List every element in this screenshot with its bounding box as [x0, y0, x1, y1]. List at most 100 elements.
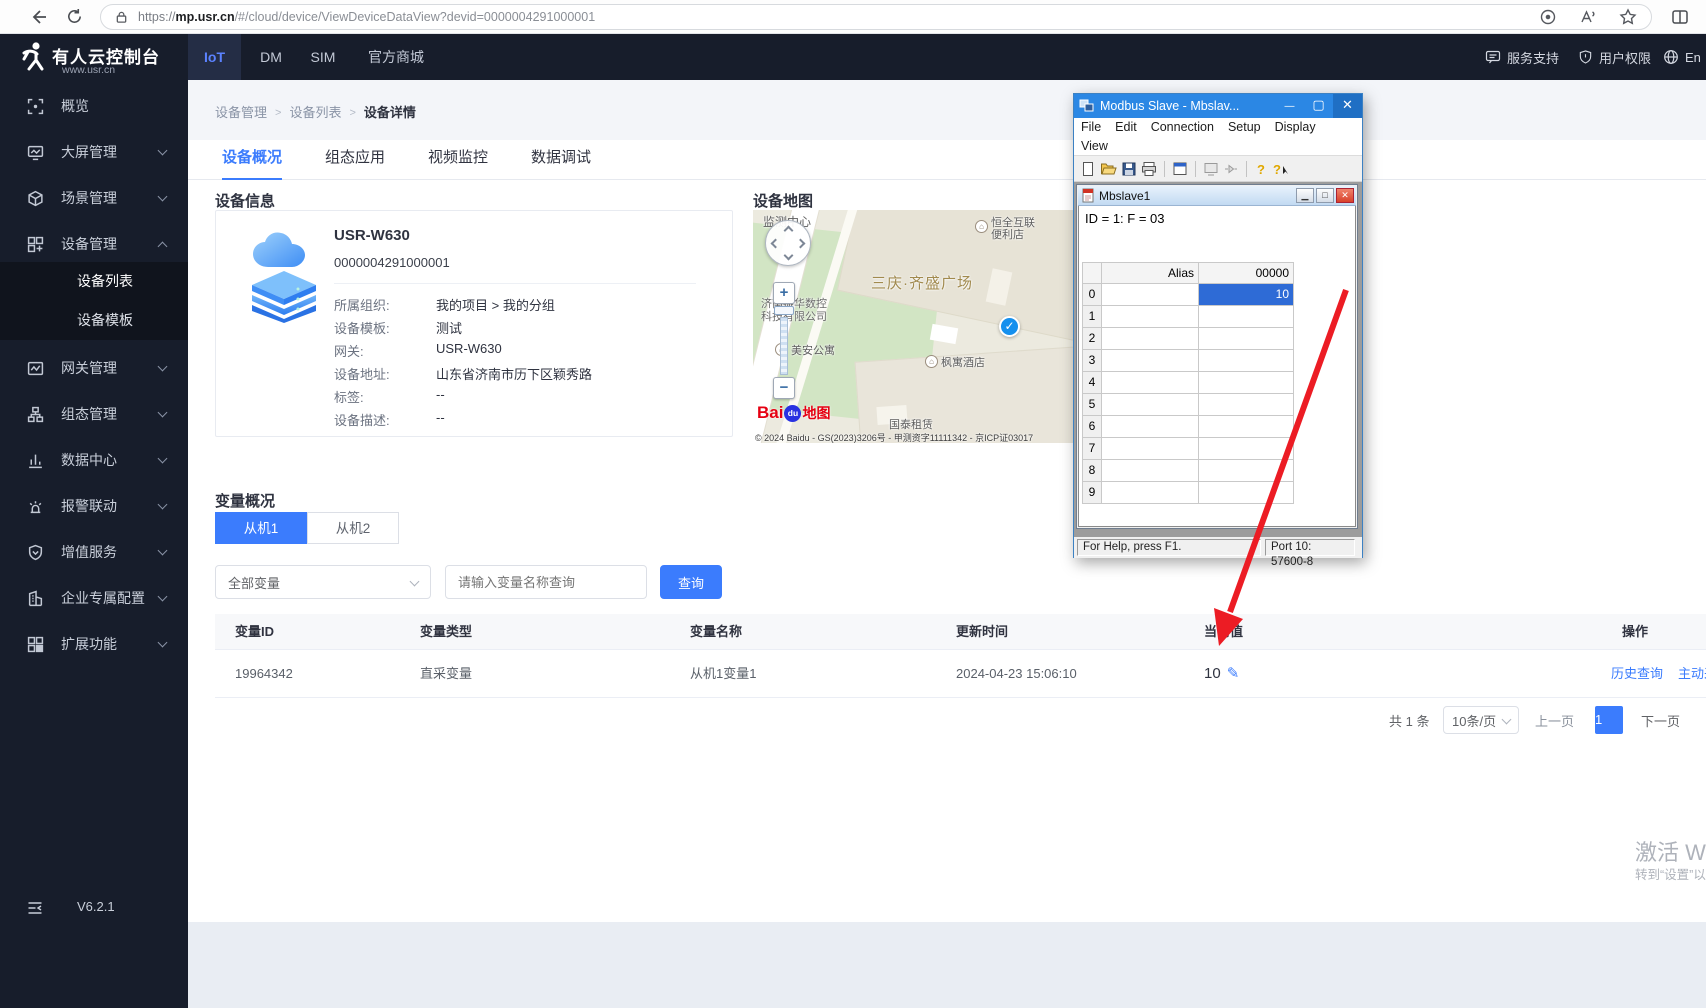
- alias-cell[interactable]: [1102, 372, 1199, 394]
- display-setup-icon[interactable]: [1172, 161, 1188, 177]
- variable-search-input[interactable]: [445, 565, 647, 599]
- edit-value-icon[interactable]: [1227, 665, 1240, 682]
- save-icon[interactable]: [1121, 161, 1137, 177]
- minimize-icon[interactable]: [1275, 94, 1304, 118]
- breadcrumb-device-list[interactable]: 设备列表: [289, 102, 341, 121]
- menu-display[interactable]: Display: [1268, 118, 1323, 137]
- register-cell[interactable]: [1199, 416, 1294, 438]
- sidebar-item-device-template[interactable]: 设备模板: [0, 301, 188, 340]
- menu-connection[interactable]: Connection: [1144, 118, 1221, 137]
- alias-cell[interactable]: [1102, 460, 1199, 482]
- register-cell-selected[interactable]: 10: [1199, 284, 1294, 306]
- alias-cell[interactable]: [1102, 306, 1199, 328]
- alias-cell[interactable]: [1102, 416, 1199, 438]
- support-menu[interactable]: 服务支持: [1485, 34, 1559, 80]
- mbslave1-title-bar[interactable]: Mbslave1: [1078, 186, 1356, 206]
- map-pan-control[interactable]: [765, 220, 811, 266]
- alias-cell[interactable]: [1102, 284, 1199, 306]
- modbus-register-grid[interactable]: Alias 00000 010 1 2 3 4 5 6 7 8 9: [1082, 262, 1294, 504]
- register-cell[interactable]: [1199, 460, 1294, 482]
- sidebar-item-overview[interactable]: 概览: [0, 88, 188, 124]
- page-size-select[interactable]: 10条/页: [1443, 706, 1519, 734]
- sidebar-item-alarm[interactable]: 报警联动: [0, 488, 188, 524]
- new-file-icon[interactable]: [1080, 161, 1096, 177]
- sidebar-item-config[interactable]: 组态管理: [0, 396, 188, 432]
- tab-device-overview[interactable]: 设备概况: [222, 140, 282, 180]
- page-1-button[interactable]: 1: [1595, 706, 1623, 734]
- variable-type-select[interactable]: 全部变量: [215, 565, 431, 599]
- geolocation-icon[interactable]: [1539, 8, 1557, 26]
- menu-file[interactable]: File: [1074, 118, 1108, 137]
- alias-cell[interactable]: [1102, 394, 1199, 416]
- pan-left-icon[interactable]: [771, 239, 781, 249]
- slave1-tab[interactable]: 从机1: [215, 512, 307, 544]
- pan-down-icon[interactable]: [784, 251, 794, 261]
- zoom-out-button[interactable]: [773, 377, 795, 399]
- refresh-icon[interactable]: [62, 5, 86, 29]
- sidebar-item-enterprise[interactable]: 企业专属配置: [0, 580, 188, 616]
- child-maximize-icon[interactable]: [1316, 188, 1334, 203]
- sidebar-item-device[interactable]: 设备管理: [0, 226, 188, 262]
- read-aloud-icon[interactable]: [1579, 8, 1597, 26]
- back-icon[interactable]: [26, 5, 50, 29]
- split-screen-icon[interactable]: [1668, 5, 1692, 29]
- child-minimize-icon[interactable]: [1296, 188, 1314, 203]
- sidebar-item-scene[interactable]: 场景管理: [0, 180, 188, 216]
- register-cell[interactable]: [1199, 438, 1294, 460]
- sidebar-item-gateway[interactable]: 网关管理: [0, 350, 188, 386]
- device-location-marker[interactable]: ✓: [999, 316, 1020, 337]
- sidebar-item-bigscreen[interactable]: 大屏管理: [0, 134, 188, 170]
- sidebar-item-datacenter[interactable]: 数据中心: [0, 442, 188, 478]
- device-map[interactable]: 监测中心 ⌂ 恒全互联便利店 三庆·齐盛广场 济南振华数控科技有限公司 ⌂ 美安…: [753, 210, 1073, 443]
- sidebar-item-vas[interactable]: 增值服务: [0, 534, 188, 570]
- menu-setup[interactable]: Setup: [1221, 118, 1268, 137]
- nav-tab-mall[interactable]: 官方商城: [356, 34, 436, 80]
- tab-data-debug[interactable]: 数据调试: [531, 140, 591, 180]
- register-cell[interactable]: [1199, 482, 1294, 504]
- alias-cell[interactable]: [1102, 328, 1199, 350]
- collapse-sidebar-icon[interactable]: [27, 901, 43, 915]
- tab-video-monitor[interactable]: 视频监控: [428, 140, 488, 180]
- nav-tab-sim[interactable]: SIM: [300, 34, 346, 80]
- breadcrumb-device-mgmt[interactable]: 设备管理: [215, 102, 267, 121]
- favorite-star-icon[interactable]: [1619, 8, 1637, 26]
- alias-cell[interactable]: [1102, 350, 1199, 372]
- next-page-button[interactable]: 下一页: [1641, 706, 1680, 734]
- zoom-slider-handle[interactable]: [774, 306, 794, 315]
- register-cell[interactable]: [1199, 394, 1294, 416]
- modbus-title-bar[interactable]: Modbus Slave - Mbslav...: [1074, 94, 1362, 118]
- register-cell[interactable]: [1199, 350, 1294, 372]
- mbslave1-child-window[interactable]: Mbslave1 ID = 1: F = 03 Alias 00000: [1076, 184, 1358, 529]
- register-cell[interactable]: [1199, 372, 1294, 394]
- address-bar[interactable]: https://mp.usr.cn/#/cloud/device/ViewDev…: [100, 4, 1652, 30]
- alias-cell[interactable]: [1102, 482, 1199, 504]
- prev-page-button[interactable]: 上一页: [1535, 706, 1574, 734]
- search-button[interactable]: 查询: [660, 565, 722, 599]
- poll-icon[interactable]: [1203, 161, 1219, 177]
- help-icon[interactable]: ?: [1254, 161, 1268, 177]
- permissions-menu[interactable]: 用户权限: [1578, 34, 1651, 80]
- active-collect-link[interactable]: 主动采集: [1678, 650, 1706, 698]
- open-file-icon[interactable]: [1100, 161, 1117, 177]
- context-help-icon[interactable]: ?: [1272, 161, 1290, 177]
- nav-tab-dm[interactable]: DM: [250, 34, 292, 80]
- register-cell[interactable]: [1199, 306, 1294, 328]
- print-icon[interactable]: [1141, 161, 1157, 177]
- child-close-icon[interactable]: [1336, 188, 1354, 203]
- language-switch[interactable]: En: [1663, 34, 1701, 80]
- tab-configuration-app[interactable]: 组态应用: [325, 140, 385, 180]
- menu-edit[interactable]: Edit: [1108, 118, 1144, 137]
- history-query-link[interactable]: 历史查询: [1611, 650, 1663, 698]
- sidebar-item-extensions[interactable]: 扩展功能: [0, 626, 188, 662]
- zoom-slider-track[interactable]: [780, 317, 788, 375]
- pan-right-icon[interactable]: [796, 239, 806, 249]
- menu-view[interactable]: View: [1074, 137, 1115, 156]
- close-icon[interactable]: [1333, 94, 1362, 118]
- alias-cell[interactable]: [1102, 438, 1199, 460]
- nav-tab-iot[interactable]: IoT: [188, 34, 241, 80]
- modbus-slave-window[interactable]: Modbus Slave - Mbslav... FileEditConnect…: [1073, 93, 1363, 558]
- pan-up-icon[interactable]: [784, 226, 794, 236]
- zoom-in-button[interactable]: [773, 282, 795, 304]
- maximize-icon[interactable]: [1304, 94, 1333, 118]
- slave2-tab[interactable]: 从机2: [307, 512, 399, 544]
